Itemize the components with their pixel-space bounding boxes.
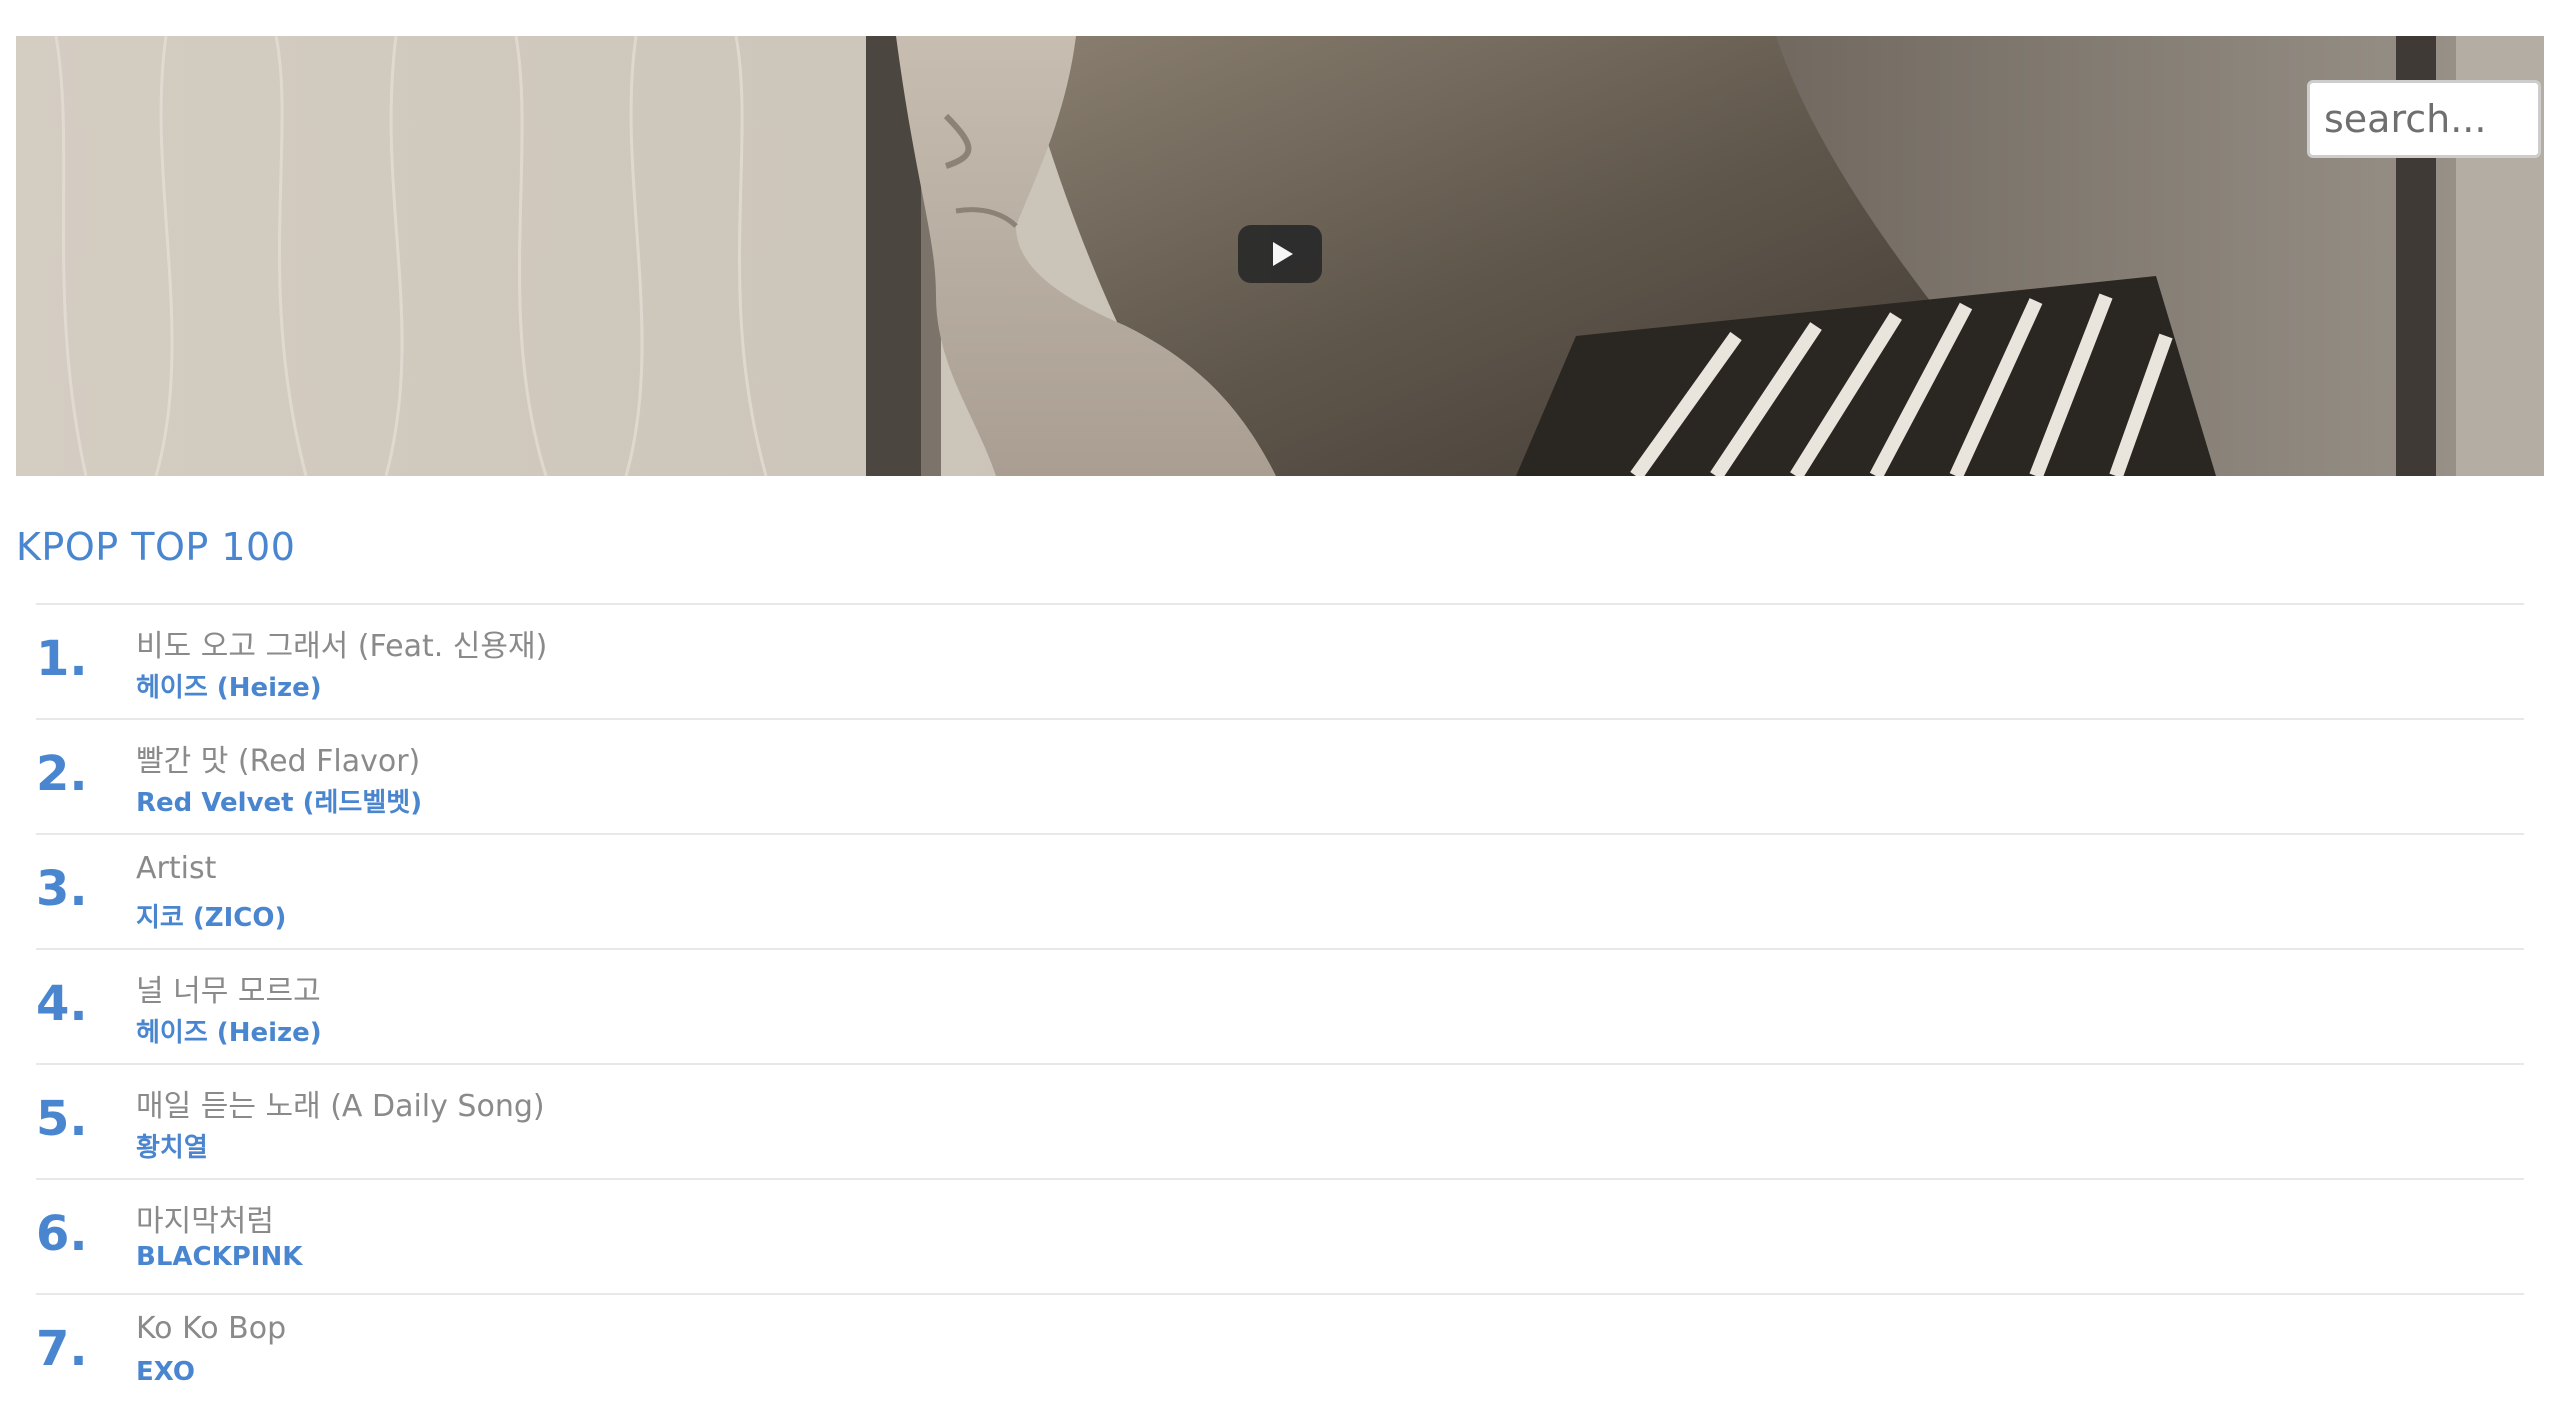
play-icon — [1272, 242, 1293, 266]
song-row[interactable]: 7. Ko Ko Bop EXO — [36, 1293, 2524, 1408]
song-artist-link[interactable]: 헤이즈 (Heize) — [136, 667, 322, 704]
song-artist-link[interactable]: BLACKPINK — [136, 1242, 302, 1272]
song-list: 1. 비도 오고 그래서 (Feat. 신용재) 헤이즈 (Heize) 2. … — [36, 603, 2524, 1408]
song-rank: 7. — [36, 1321, 88, 1377]
page-title: KPOP TOP 100 — [16, 525, 296, 569]
song-row[interactable]: 1. 비도 오고 그래서 (Feat. 신용재) 헤이즈 (Heize) — [36, 603, 2524, 718]
song-title[interactable]: 비도 오고 그래서 (Feat. 신용재) — [136, 621, 547, 665]
song-artist-link[interactable]: EXO — [136, 1357, 195, 1387]
play-button[interactable] — [1238, 225, 1322, 283]
song-row[interactable]: 4. 널 너무 모르고 헤이즈 (Heize) — [36, 948, 2524, 1063]
song-artist-link[interactable]: 황치열 — [136, 1127, 208, 1164]
song-title[interactable]: 널 너무 모르고 — [136, 966, 321, 1010]
search-input[interactable] — [2307, 80, 2541, 158]
song-title[interactable]: Ko Ko Bop — [136, 1311, 286, 1346]
song-title[interactable]: Artist — [136, 851, 216, 886]
song-row[interactable]: 3. Artist 지코 (ZICO) — [36, 833, 2524, 948]
song-row[interactable]: 6. 마지막처럼 BLACKPINK — [36, 1178, 2524, 1293]
song-rank: 4. — [36, 976, 88, 1032]
song-artist-link[interactable]: 지코 (ZICO) — [136, 897, 286, 934]
song-rank: 3. — [36, 861, 88, 917]
song-row[interactable]: 2. 빨간 맛 (Red Flavor) Red Velvet (레드벨벳) — [36, 718, 2524, 833]
song-title[interactable]: 매일 듣는 노래 (A Daily Song) — [136, 1081, 545, 1125]
song-rank: 5. — [36, 1091, 88, 1147]
song-title[interactable]: 마지막처럼 — [136, 1196, 274, 1240]
song-rank: 6. — [36, 1206, 88, 1262]
song-artist-link[interactable]: Red Velvet (레드벨벳) — [136, 782, 422, 819]
hero-video[interactable] — [16, 36, 2544, 476]
song-artist-link[interactable]: 헤이즈 (Heize) — [136, 1012, 322, 1049]
song-rank: 2. — [36, 746, 88, 802]
song-rank: 1. — [36, 631, 88, 687]
song-row[interactable]: 5. 매일 듣는 노래 (A Daily Song) 황치열 — [36, 1063, 2524, 1178]
song-title[interactable]: 빨간 맛 (Red Flavor) — [136, 736, 420, 780]
